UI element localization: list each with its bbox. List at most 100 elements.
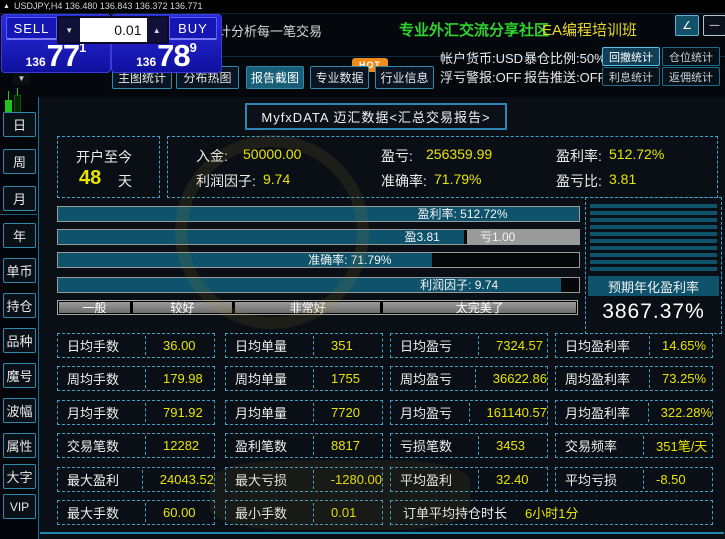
annual-profit-header: 预期年化盈利率 [588,276,719,296]
angle-tool-button[interactable]: ∠ [675,15,699,36]
bottom-accent-line [40,532,724,534]
buy-price-main: 78 [157,43,189,69]
summary-stats-box: 入金: 50000.00 利润因子: 9.74 盈亏: 256359.99 准确… [167,136,718,198]
cell-value: 12282 [146,438,199,453]
table-cell: 日均盈亏7324.57 [390,333,548,358]
table-cell: 亏损笔数3453 [390,433,548,458]
nav-report-screenshot-button[interactable]: 报告截图 [246,66,304,89]
cell-label: 月均手数 [58,403,145,422]
sidebar-item-positions[interactable]: 持仓 [3,293,36,318]
position-stats-button[interactable]: 仓位统计 [662,47,720,66]
rating-label: 较好 [170,299,194,316]
table-cell: 平均盈利32.40 [390,467,548,492]
drawdown-stats-button[interactable]: 回撤统计 [602,47,660,66]
chart-title-bar: ▲ USDJPY,H4 136.480 136.843 136.372 136.… [0,0,725,14]
cell-label: 月均盈亏 [391,403,469,422]
sidebar-item-label: 大字 [6,467,32,486]
table-cell: 周均单量1755 [225,366,383,391]
deposit-label: 入金: [196,146,228,166]
rating-segment-perfect: 太完美了 [383,302,576,313]
sidebar-item-large-font[interactable]: 大字 [3,464,36,489]
lot-decrease-button[interactable]: ▼ [59,18,80,42]
sidebar-item-label: 属性 [6,436,32,455]
rebate-stats-button[interactable]: 返佣统计 [662,67,720,86]
lot-increase-button[interactable]: ▲ [147,18,168,42]
table-cell: 日均盈利率14.65% [555,333,713,358]
profit-rate-label: 盈利率: [556,146,602,166]
rating-scale-bar: 一般 较好 非常好 太完美了 [57,300,578,315]
buy-button[interactable]: BUY [169,17,217,40]
table-cell: 交易笔数12282 [57,433,215,458]
sidebar-item-label: 持仓 [6,296,32,315]
sidebar-item-label: 日 [13,115,26,134]
cell-value: 32.40 [479,472,529,487]
sidebar-item-single-currency[interactable]: 单币 [3,258,36,283]
rating-segment-very-good: 非常好 [235,302,380,313]
chart-dropdown-button[interactable]: ▼ [13,72,30,85]
cell-value: 791.92 [146,405,203,420]
cell-label: 周均盈亏 [391,369,475,388]
table-cell: 最大手数60.00 [57,500,215,525]
minimize-button[interactable]: — [703,15,725,36]
sell-button[interactable]: SELL [6,17,57,40]
table-cell: 周均手数179.98 [57,366,215,391]
nav-pro-data-button[interactable]: 专业数据 [310,66,369,89]
sidebar-item-symbols[interactable]: 品种 [3,328,36,353]
promo-ea-link[interactable]: EA编程培训班 [542,19,637,40]
sell-price-prefix: 136 [26,55,46,69]
buy-price-prefix: 136 [136,55,156,69]
cell-label: 日均手数 [58,336,145,355]
sidebar-item-label: 单币 [6,261,32,280]
report-panel: MyfxDATA 迈汇数据<汇总交易报告> 开户至今 48 天 入金: 5000… [39,97,725,539]
interest-stats-button[interactable]: 利息统计 [602,67,660,86]
accuracy-bar-label: 准确率: 71.79% [308,253,391,267]
cell-value: 179.98 [146,371,203,386]
sidebar-item-year[interactable]: 年 [3,223,36,248]
symbol-title: USDJPY,H4 136.480 136.843 136.372 136.77… [14,1,203,11]
profit-factor-bar-label: 利润因子: 9.74 [420,278,498,292]
account-currency-text: 帐户货币:USD [440,48,523,67]
sidebar-divider [0,214,37,215]
cell-label: 订单平均持仓时长 [391,503,507,522]
rating-segment-good: 较好 [133,302,232,313]
rating-label: 非常好 [290,299,326,316]
sidebar-item-month[interactable]: 月 [3,186,36,211]
promo-community-link[interactable]: 专业外汇交流分享社区 [399,19,549,40]
sidebar-item-magic-number[interactable]: 魔号 [3,363,36,388]
lot-size-input[interactable] [80,18,147,42]
cell-label: 盈利笔数 [226,436,313,455]
sidebar-item-attributes[interactable]: 属性 [3,433,36,458]
cell-label: 最大盈利 [58,470,142,489]
angle-icon: ∠ [682,19,692,32]
loss-label: 亏1.00 [480,230,515,244]
lot-size-stepper: ▼ ▲ [57,16,169,44]
sidebar-item-week[interactable]: 周 [3,149,36,174]
report-push-text: 报告推送:OFF [524,67,606,86]
minimize-icon: — [710,20,720,31]
cell-value: -1280.00 [314,472,382,487]
sidebar-item-vip[interactable]: VIP [3,494,36,519]
win-loss-bar: 盈3.81 亏1.00 [57,229,580,245]
cell-value: 3453 [479,438,525,453]
cell-value: 6小时1分 [507,503,578,522]
rating-label: 太完美了 [456,299,504,316]
chart-up-icon: ▲ [3,3,10,10]
sidebar-item-volatility[interactable]: 波幅 [3,398,36,423]
table-cell: 月均盈亏161140.57 [390,400,548,425]
pnl-label: 盈亏: [381,146,413,166]
cell-value: 36.00 [146,338,196,353]
deposit-value: 50000.00 [243,146,301,162]
sidebar-item-day[interactable]: 日 [3,112,36,137]
nav-industry-info-button[interactable]: 行业信息 [375,66,434,89]
cell-label: 日均盈亏 [391,336,478,355]
sidebar-item-label: 波幅 [6,401,32,420]
accuracy-bar: 准确率: 71.79% [57,252,580,268]
cell-label: 日均盈利率 [556,336,649,355]
rating-label: 一般 [82,299,106,316]
table-cell: 最小手数0.01 [225,500,383,525]
cell-label: 月均单量 [226,403,313,422]
table-cell-holding-duration: 订单平均持仓时长6小时1分 [390,500,713,525]
sell-price-main: 77 [47,43,79,69]
cell-value: 7720 [314,405,360,420]
stat-button-label: 回撤统计 [609,49,653,65]
